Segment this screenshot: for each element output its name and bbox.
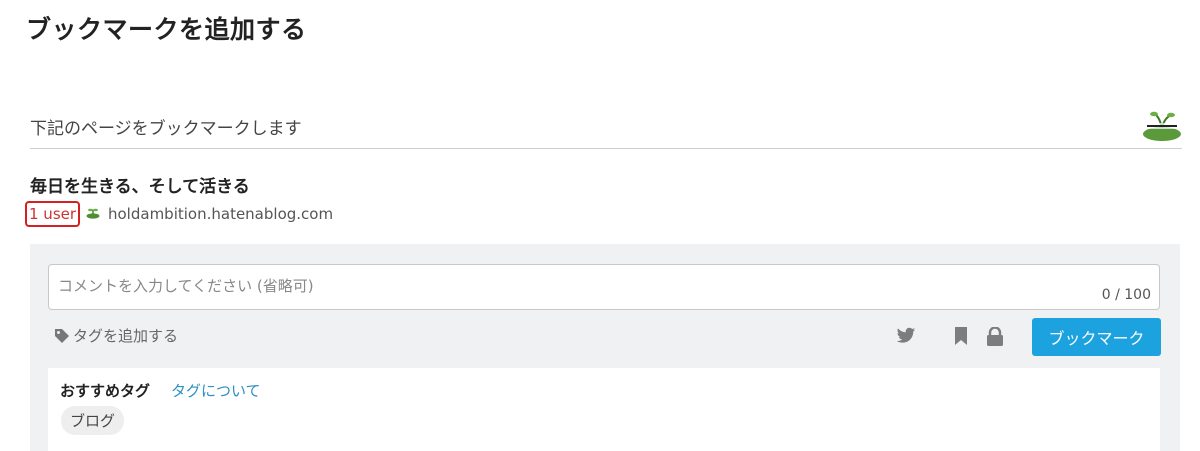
- entry-domain[interactable]: holdambition.hatenablog.com: [108, 205, 333, 223]
- bookmark-icon[interactable]: [954, 327, 968, 345]
- twitter-icon[interactable]: [896, 327, 916, 345]
- lock-icon[interactable]: [986, 327, 1004, 346]
- bookmark-form-panel: コメントを入力してください (省略可) 0 / 100 タグを追加する ブックマ…: [30, 244, 1180, 451]
- about-tags-link[interactable]: タグについて: [171, 380, 261, 401]
- bookmark-users-link[interactable]: 1 user: [24, 201, 81, 227]
- subheader: 下記のページをブックマークします: [30, 110, 1182, 149]
- tag-chip[interactable]: ブログ: [61, 406, 125, 435]
- character-counter: 0 / 100: [1101, 287, 1151, 303]
- tag-icon: [55, 328, 69, 343]
- comment-input[interactable]: コメントを入力してください (省略可) 0 / 100: [48, 264, 1160, 310]
- entry-title[interactable]: 毎日を生きる、そして活きる: [30, 172, 250, 197]
- comment-placeholder: コメントを入力してください (省略可): [58, 277, 314, 295]
- site-logo: [1143, 111, 1181, 141]
- add-tag-button[interactable]: タグを追加する: [54, 325, 178, 346]
- page-title: ブックマークを追加する: [26, 15, 307, 44]
- subheader-text: 下記のページをブックマークします: [30, 119, 302, 139]
- bookmark-submit-button[interactable]: ブックマーク: [1032, 318, 1161, 356]
- add-tag-label: タグを追加する: [73, 327, 179, 345]
- recommended-tags-section: おすすめタグ タグについて ブログ: [48, 368, 1160, 451]
- recommended-tags-label: おすすめタグ: [60, 382, 151, 400]
- site-favicon-icon: [86, 208, 100, 219]
